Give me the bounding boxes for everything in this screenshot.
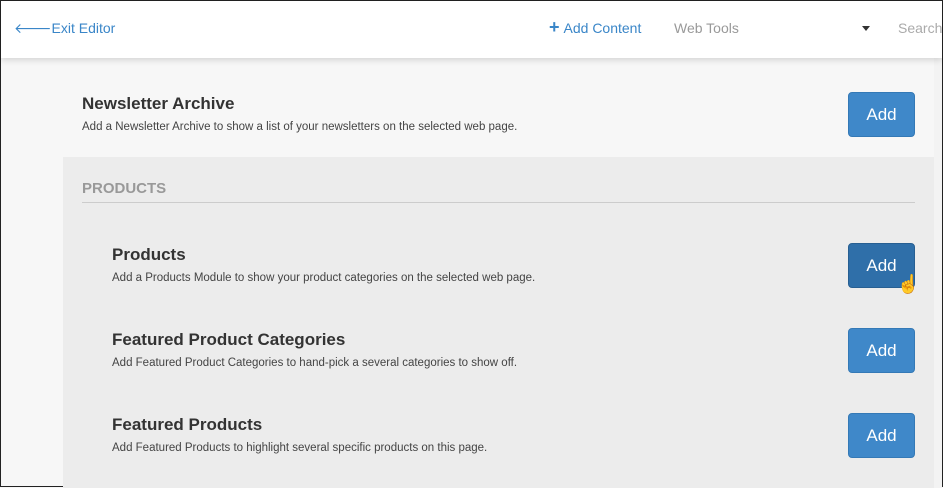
exit-editor-link[interactable]: 🡐Exit Editor bbox=[14, 20, 115, 37]
add-newsletter-archive-button[interactable]: Add bbox=[848, 92, 915, 137]
plus-icon: + bbox=[549, 17, 560, 37]
item-description: Add Featured Products to highlight sever… bbox=[112, 442, 488, 454]
item-description: Add Featured Product Categories to hand-… bbox=[112, 357, 518, 369]
search-input[interactable]: Search bbox=[898, 20, 942, 36]
section-heading: PRODUCTS bbox=[82, 180, 167, 197]
scroll-strip bbox=[934, 58, 942, 488]
item-title: Featured Products bbox=[112, 415, 263, 434]
newsletter-archive-item: Newsletter Archive Add a Newsletter Arch… bbox=[82, 94, 517, 133]
products-item: Products Add a Products Module to show y… bbox=[112, 245, 535, 284]
arrow-left-icon: 🡐 bbox=[14, 20, 52, 36]
hand-cursor-icon: ☝ bbox=[897, 274, 920, 294]
web-tools-menu[interactable]: Web Tools bbox=[674, 20, 739, 36]
add-featured-products-button[interactable]: Add bbox=[848, 413, 915, 458]
item-title: Featured Product Categories bbox=[112, 330, 346, 349]
featured-products-item: Featured Products Add Featured Products … bbox=[112, 415, 487, 454]
item-title: Products bbox=[112, 245, 186, 264]
top-bar: 🡐Exit Editor + Add Content Web Tools Sear… bbox=[1, 1, 942, 58]
item-title: Newsletter Archive bbox=[82, 94, 235, 113]
add-featured-product-categories-button[interactable]: Add bbox=[848, 328, 915, 373]
caret-down-icon[interactable] bbox=[862, 26, 870, 31]
featured-product-categories-item: Featured Product Categories Add Featured… bbox=[112, 330, 517, 369]
divider bbox=[82, 202, 915, 203]
add-content-link[interactable]: + Add Content bbox=[549, 17, 641, 37]
item-description: Add a Products Module to show your produ… bbox=[112, 272, 536, 284]
item-description: Add a Newsletter Archive to show a list … bbox=[82, 121, 518, 133]
